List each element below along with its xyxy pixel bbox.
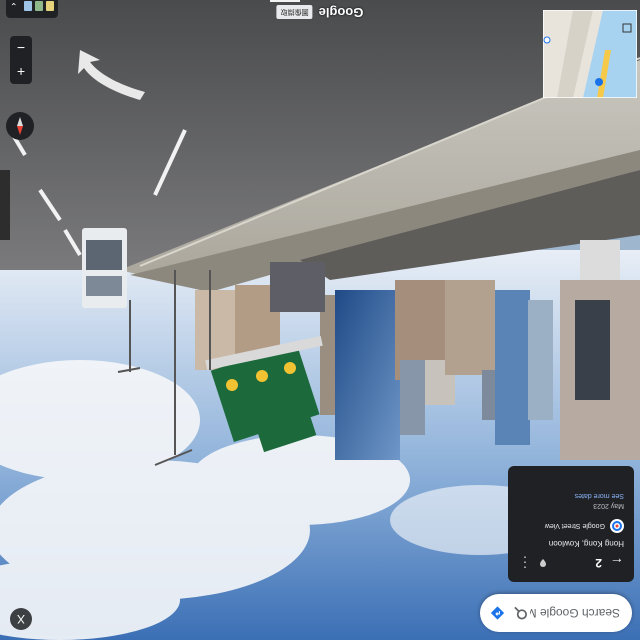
search-input[interactable] (528, 605, 622, 621)
close-button[interactable]: X (10, 608, 32, 630)
layers-button[interactable]: ⌄ (6, 0, 58, 18)
attribution: Google 圖像擷取 (276, 5, 364, 20)
car-left (0, 170, 10, 240)
street-view-logo-icon (610, 519, 624, 533)
capture-date: May 2023 (593, 502, 624, 509)
more-options-icon[interactable]: ⋮ (518, 555, 532, 572)
layer-thumb-icon (46, 1, 54, 11)
service-label: Google Street View (544, 522, 605, 530)
back-arrow-icon[interactable]: ← (610, 555, 624, 571)
directions-icon[interactable] (490, 605, 505, 621)
zoom-control: + − (10, 36, 32, 84)
location-title: Hong Kong, Kowloon (548, 539, 624, 548)
info-card-number: 2 (595, 556, 602, 570)
pegman-icon (543, 36, 551, 44)
copyright-label[interactable]: 圖像擷取 (276, 5, 313, 20)
bus (82, 228, 127, 308)
see-more-dates-link[interactable]: See more dates (518, 492, 624, 499)
location-pin-icon (540, 559, 546, 567)
search-icon[interactable] (513, 605, 528, 621)
layer-thumb-icon (35, 1, 43, 11)
layer-thumb-icon (24, 1, 32, 11)
zoom-in-button[interactable]: + (17, 64, 25, 80)
zoom-out-button[interactable]: − (17, 40, 25, 56)
minimap[interactable] (543, 10, 637, 98)
billboard (270, 262, 325, 312)
street-view-info-card: ← 2 ⋮ Hong Kong, Kowloon Google Street V… (508, 466, 634, 582)
chevron-down-icon[interactable]: ⌄ (10, 1, 18, 12)
compass-icon[interactable] (6, 112, 34, 140)
google-logo: Google (318, 5, 364, 20)
location-marker-icon (595, 78, 603, 86)
search-bar[interactable] (480, 594, 632, 632)
